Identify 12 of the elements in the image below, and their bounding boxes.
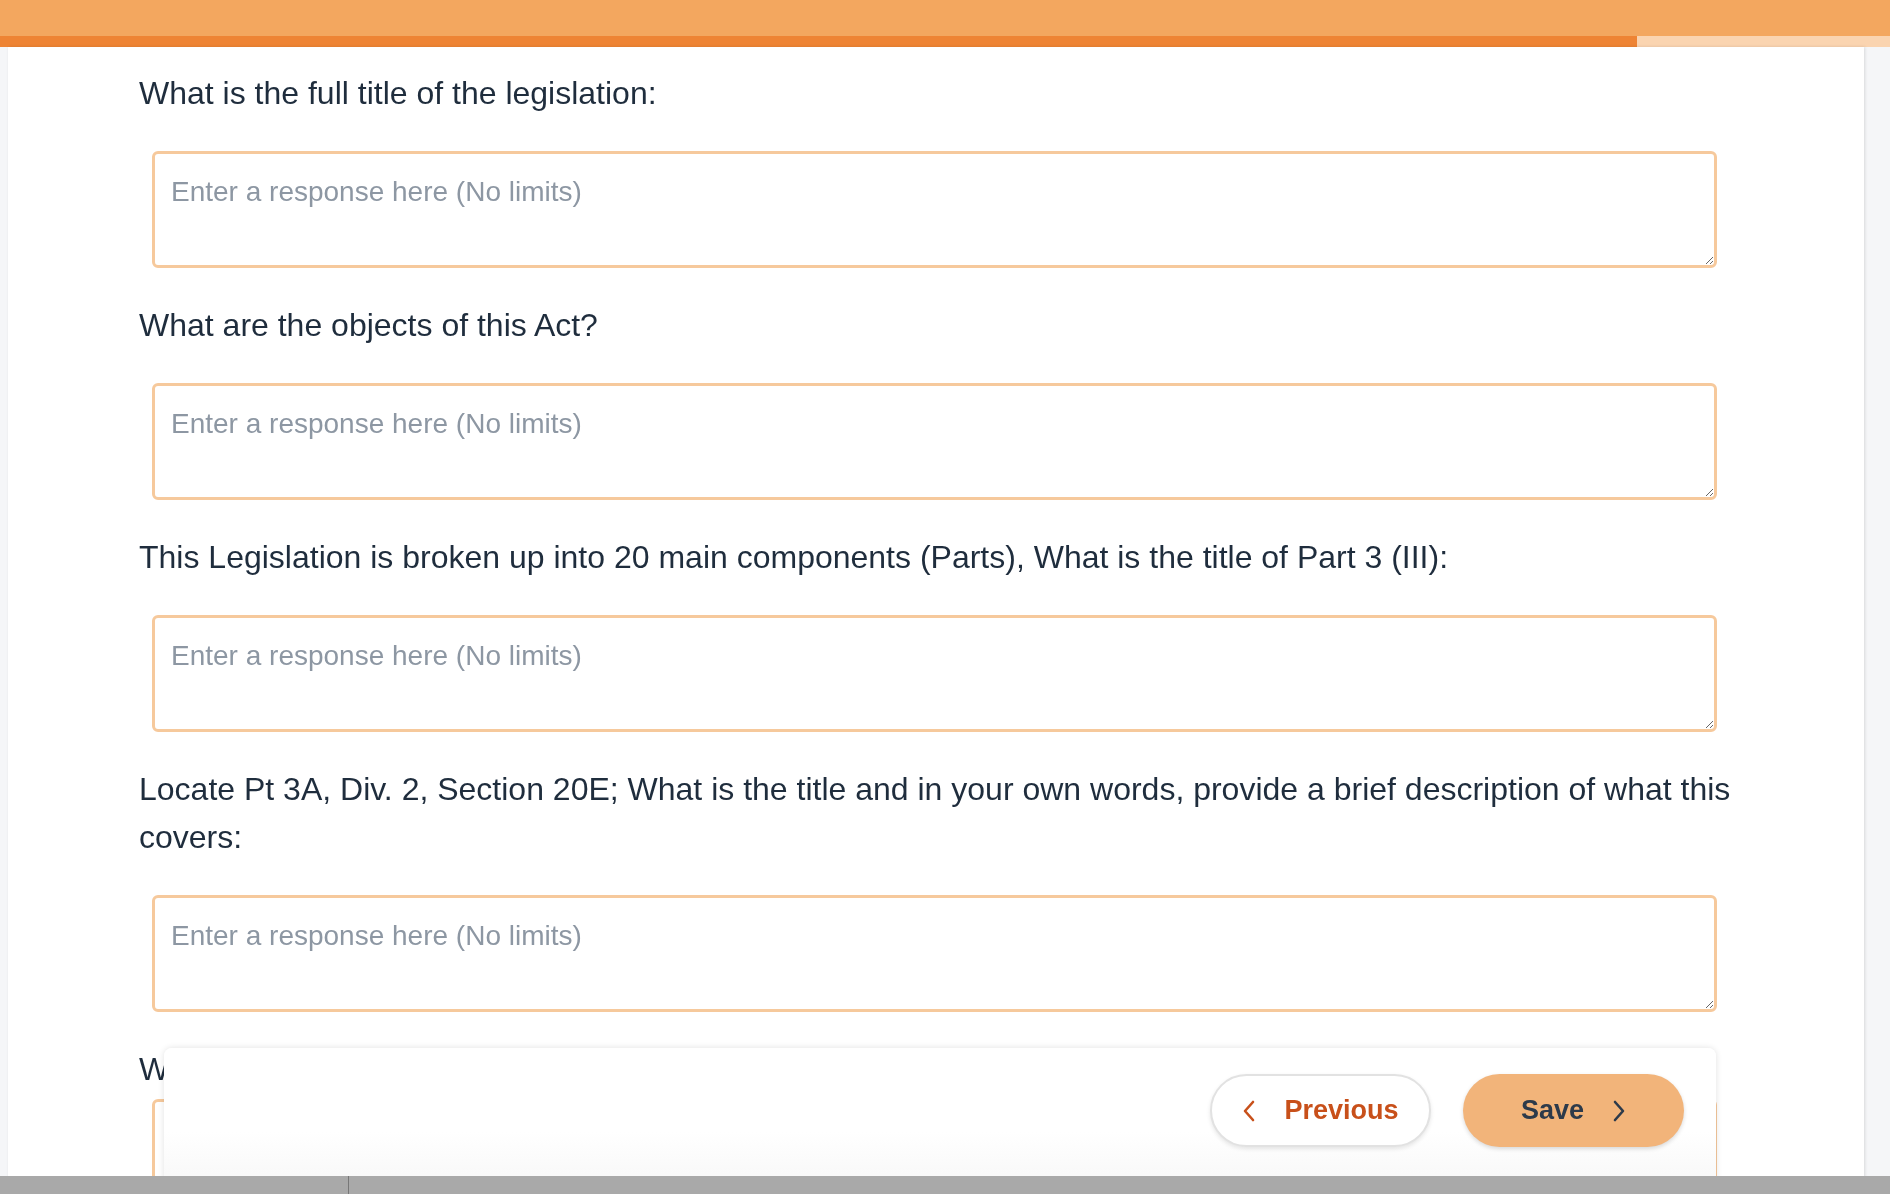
response-field[interactable]: Enter a response here (No limits) xyxy=(152,615,1717,732)
response-field[interactable]: Enter a response here (No limits) xyxy=(152,151,1717,268)
response-field[interactable]: Enter a response here (No limits) xyxy=(152,895,1717,1012)
response-field[interactable]: Enter a response here (No limits) xyxy=(152,383,1717,500)
question-text: What are the objects of this Act? xyxy=(139,306,599,345)
question-text: What is the full title of the legislation: xyxy=(139,74,658,113)
previous-button[interactable]: Previous xyxy=(1210,1074,1431,1147)
save-button[interactable]: Save xyxy=(1463,1074,1684,1147)
question-text: Locate Pt 3A, Div. 2, Section 20E; What is the title and in your own words, provide a brief description of what this covers: xyxy=(139,770,1732,857)
chevron-left-icon xyxy=(1242,1099,1257,1122)
question-text: This Legislation is broken up into 20 main components (Parts), What is the title of Part 3 (III): xyxy=(139,538,1450,577)
chevron-right-icon xyxy=(1612,1099,1627,1122)
